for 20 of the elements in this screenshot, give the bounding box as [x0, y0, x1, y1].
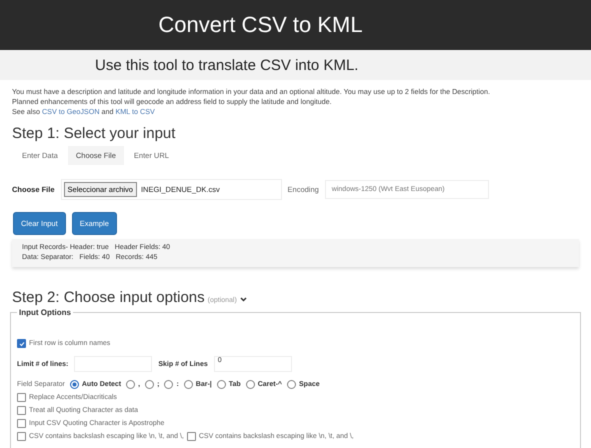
checkbox[interactable] — [17, 419, 26, 428]
section-heading: Step 1: Select your input — [12, 125, 176, 142]
checkbox[interactable] — [17, 432, 26, 441]
checkbox[interactable] — [17, 406, 26, 415]
subtitle: Use this tool to translate CSV into KML. — [95, 56, 358, 74]
radio-button[interactable] — [287, 380, 296, 389]
section-heading: Step 2: Choose input options — [12, 289, 205, 306]
checkbox[interactable] — [17, 393, 26, 402]
page-title: Convert CSV to KML — [158, 12, 363, 38]
radio-button[interactable] — [184, 380, 193, 389]
panel-legend: Input Options — [17, 308, 73, 317]
radio-button[interactable] — [70, 380, 79, 389]
radio-button[interactable] — [126, 380, 136, 389]
checkbox[interactable] — [186, 432, 196, 441]
radio-button[interactable] — [145, 380, 154, 389]
radio-button[interactable] — [216, 380, 226, 389]
caret-icon[interactable] — [240, 297, 247, 302]
radio-button[interactable] — [164, 380, 174, 389]
radio-button[interactable] — [246, 380, 255, 389]
checkbox[interactable] — [17, 339, 26, 348]
